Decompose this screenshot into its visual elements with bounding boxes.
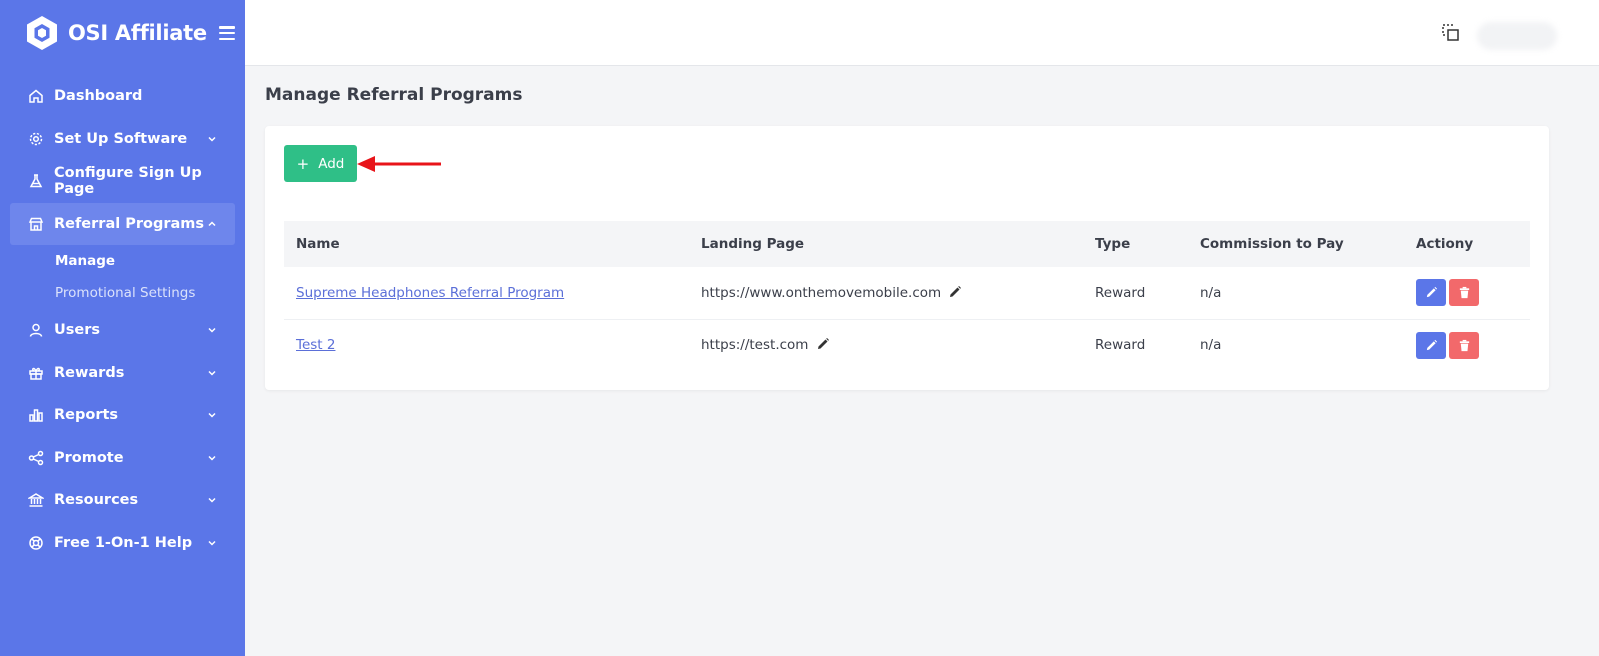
- sidebar-item-dashboard[interactable]: Dashboard: [0, 75, 245, 118]
- name-cell: Test 2: [284, 319, 689, 371]
- program-name-link[interactable]: Supreme Headphones Referral Program: [296, 285, 564, 301]
- column-header-name: Name: [296, 236, 340, 252]
- edit-url-icon[interactable]: [948, 285, 962, 299]
- delete-button[interactable]: [1449, 279, 1479, 307]
- chevron-down-icon: [208, 136, 216, 142]
- flask-icon: [27, 173, 44, 190]
- sidebar-item-promote[interactable]: Promote: [0, 437, 245, 480]
- sidebar-subitem-manage[interactable]: Manage: [0, 245, 245, 277]
- chevron-down-icon: [208, 370, 216, 376]
- column-header-action: Actiony: [1416, 236, 1474, 252]
- trash-icon: [1459, 287, 1469, 299]
- sidebar-item-label: Reports: [54, 407, 119, 424]
- pencil-icon: [1426, 339, 1437, 350]
- pencil-icon: [1426, 287, 1437, 298]
- add-button[interactable]: + Add: [284, 145, 357, 182]
- column-header-landing-page: Landing Page: [701, 236, 805, 252]
- app-name: OSI Affiliate: [68, 21, 207, 45]
- column-header-commission: Commission to Pay: [1200, 236, 1344, 252]
- sidebar-item-label: Promote: [54, 449, 124, 466]
- logo-icon: [27, 16, 57, 50]
- delete-button[interactable]: [1449, 331, 1479, 359]
- referral-programs-card: + Add Name Landing Page Type Commission …: [265, 126, 1549, 390]
- commission-cell: n/a: [1200, 284, 1222, 301]
- sidebar-item-label: Configure Sign Up Page: [54, 165, 202, 198]
- type-cell: Reward: [1095, 337, 1146, 354]
- table-row: Supreme Headphones Referral Program http…: [284, 267, 1530, 319]
- actions-cell: [1404, 319, 1530, 371]
- sidebar-item-label: Referral Programs: [54, 215, 205, 232]
- chevron-down-icon: [208, 328, 216, 333]
- sidebar-item-label: Set Up Software: [54, 130, 188, 147]
- chevron-down-icon: [208, 540, 216, 546]
- edit-button[interactable]: [1416, 279, 1446, 307]
- bar-chart-icon: [27, 407, 44, 424]
- share-icon: [27, 449, 44, 466]
- sidebar-item-referral-programs[interactable]: Referral Programs: [10, 202, 235, 245]
- add-button-label: Add: [318, 155, 345, 172]
- table-header-row: Name Landing Page Type Commission to Pay…: [284, 221, 1530, 267]
- chevron-down-icon: [208, 498, 216, 503]
- landing-page-cell: https://test.com: [689, 319, 1083, 371]
- home-icon: [27, 88, 44, 105]
- sidebar-item-label: Resources: [54, 492, 139, 509]
- sidebar-item-label: Rewards: [54, 364, 125, 381]
- copy-icon[interactable]: [1440, 22, 1462, 44]
- sidebar-item-users[interactable]: Users: [0, 309, 245, 352]
- bank-icon: [27, 492, 44, 509]
- column-header-type: Type: [1095, 236, 1131, 252]
- commission-cell: n/a: [1200, 337, 1222, 354]
- chevron-up-icon: [208, 221, 216, 226]
- table-row: Test 2 https://test.com Reward n/a: [284, 319, 1530, 371]
- gift-icon: [27, 364, 44, 381]
- page-title: Manage Referral Programs: [265, 85, 523, 105]
- landing-page-url: https://test.com: [701, 337, 809, 354]
- gear-icon: [27, 130, 44, 147]
- program-name-link[interactable]: Test 2: [296, 337, 335, 353]
- plus-icon: +: [296, 154, 310, 173]
- menu-toggle-icon[interactable]: [218, 26, 235, 40]
- name-cell: Supreme Headphones Referral Program: [284, 267, 689, 319]
- user-avatar[interactable]: [1477, 22, 1557, 50]
- top-bar: [245, 0, 1599, 66]
- landing-page-url: https://www.onthemovemobile.com: [701, 284, 942, 301]
- sidebar-item-reports[interactable]: Reports: [0, 394, 245, 437]
- edit-button[interactable]: [1416, 331, 1446, 359]
- trash-icon: [1459, 339, 1469, 351]
- sidebar-item-configure-sign-up-page[interactable]: Configure Sign Up Page: [0, 160, 245, 203]
- sidebar-item-label: Users: [54, 322, 101, 339]
- sidebar: OSI Affiliate Dashboard Set Up Software …: [0, 0, 245, 656]
- edit-url-icon[interactable]: [816, 337, 830, 351]
- sidebar-item-resources[interactable]: Resources: [0, 479, 245, 522]
- chevron-down-icon: [208, 413, 216, 418]
- sidebar-item-label: Dashboard: [54, 88, 143, 105]
- sidebar-subitem-promotional-settings[interactable]: Promotional Settings: [0, 277, 245, 309]
- user-icon: [27, 322, 44, 339]
- sidebar-item-rewards[interactable]: Rewards: [0, 352, 245, 395]
- sidebar-item-free-help[interactable]: Free 1-On-1 Help: [0, 522, 245, 565]
- lifebuoy-icon: [27, 534, 44, 551]
- programs-table: Name Landing Page Type Commission to Pay…: [284, 221, 1530, 371]
- landing-page-cell: https://www.onthemovemobile.com: [689, 267, 1083, 319]
- logo-row: OSI Affiliate: [0, 0, 245, 66]
- sidebar-item-set-up-software[interactable]: Set Up Software: [0, 118, 245, 161]
- sidebar-nav: Dashboard Set Up Software Configure Sign…: [0, 75, 245, 564]
- chevron-down-icon: [208, 455, 216, 461]
- store-icon: [27, 215, 44, 232]
- type-cell: Reward: [1095, 284, 1146, 301]
- annotation-arrow-icon: [357, 156, 441, 172]
- sidebar-item-label: Free 1-On-1 Help: [54, 534, 193, 551]
- actions-cell: [1404, 267, 1530, 319]
